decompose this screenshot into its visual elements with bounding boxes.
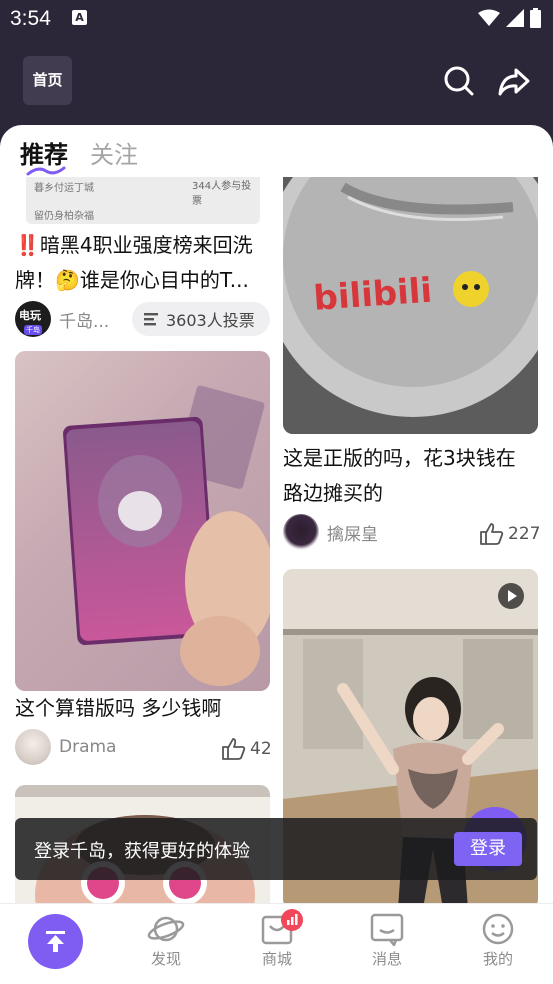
planet-icon <box>147 916 185 942</box>
like-count[interactable]: 42 <box>222 738 272 760</box>
author-name: Drama <box>59 737 117 757</box>
avatar: 电玩 千岛 <box>15 301 51 337</box>
system-icons <box>478 8 541 28</box>
top-header: 首页 <box>0 38 553 126</box>
bottom-navigation: 发现 商城 消息 我的 <box>0 903 553 984</box>
status-time: 3:54 <box>10 7 51 30</box>
signal-icon <box>506 9 524 27</box>
nav-label: 发现 <box>150 950 181 968</box>
like-count-value: 227 <box>508 524 541 544</box>
vote-count-badge[interactable]: 3603人投票 <box>132 302 270 336</box>
post-author[interactable]: 擒屎皇 <box>283 514 378 550</box>
login-button[interactable]: 登录 <box>454 832 522 866</box>
list-icon <box>144 313 158 326</box>
nav-label: 商城 <box>261 950 292 968</box>
nav-shop[interactable]: 商城 <box>247 909 307 969</box>
login-toast: 登录千岛，获得更好的体验 登录 <box>15 818 537 880</box>
post-title[interactable]: 这个算错版吗 多少钱啊 <box>15 691 221 726</box>
thumbs-up-icon <box>222 738 246 760</box>
feed-tabs: 推荐 关注 <box>20 135 138 176</box>
message-icon <box>370 913 404 946</box>
tab-recommend[interactable]: 推荐 <box>20 135 68 176</box>
home-button[interactable]: 首页 <box>23 56 72 105</box>
status-bar: 3:54 A <box>0 0 553 38</box>
image-text: 暮乡付运丁城 <box>34 183 94 194</box>
share-icon[interactable] <box>497 64 531 98</box>
video-play-icon <box>498 583 524 609</box>
post-title-line: ‼️暗黑4职业强度榜来回洗 <box>15 233 253 257</box>
image-text: 344人参与投票 <box>192 181 252 207</box>
post-title-line: 这是正版的吗，花3块钱在 <box>283 446 516 470</box>
avatar-badge: 千岛 <box>24 325 42 335</box>
search-icon[interactable] <box>442 64 476 98</box>
nav-messages[interactable]: 消息 <box>357 912 417 969</box>
toast-message: 登录千岛，获得更好的体验 <box>34 841 250 862</box>
smiley-face-icon <box>482 913 514 945</box>
post-title[interactable]: ‼️暗黑4职业强度榜来回洗 牌！🤔谁是你心目中的T... <box>15 228 275 298</box>
nav-profile[interactable]: 我的 <box>468 912 528 969</box>
app-screen: 3:54 A 首页 推荐 关注 暮乡付运丁城 344人参与投票 留仍身柏杂福 ‼… <box>0 0 553 984</box>
author-name: 擒屎皇 <box>327 524 378 545</box>
scroll-top-button[interactable] <box>28 914 83 969</box>
card-photo <box>63 385 270 686</box>
arrow-up-icon <box>46 931 65 952</box>
post-title[interactable]: 这是正版的吗，花3块钱在 路边摊买的 <box>283 441 543 511</box>
tab-recommend-label: 推荐 <box>20 141 68 169</box>
badge-brand-text: bilibili <box>312 271 433 319</box>
tab-active-indicator <box>26 166 66 176</box>
hot-badge-icon <box>281 909 303 931</box>
like-count-value: 42 <box>250 739 272 759</box>
badge-photo: bilibili <box>283 177 538 434</box>
thumbs-up-icon <box>480 523 504 545</box>
avatar <box>15 729 51 765</box>
nav-discover[interactable]: 发现 <box>136 912 196 969</box>
tab-follow[interactable]: 关注 <box>90 135 138 170</box>
post-title-line: 路边摊买的 <box>283 481 383 505</box>
post-image-vote[interactable]: 暮乡付运丁城 344人参与投票 留仍身柏杂福 <box>26 177 260 224</box>
nav-label: 我的 <box>482 950 513 968</box>
battery-icon <box>530 8 541 28</box>
post-author[interactable]: Drama <box>15 729 116 765</box>
nav-label: 消息 <box>371 950 402 968</box>
like-count[interactable]: 227 <box>480 523 540 545</box>
post-image-badge[interactable]: bilibili <box>283 177 538 434</box>
avatar <box>283 514 319 550</box>
vote-count: 3603人投票 <box>166 311 255 330</box>
post-title-line: 牌！🤔谁是你心目中的T... <box>15 268 249 292</box>
wifi-icon <box>478 9 500 26</box>
image-text: 留仍身柏杂福 <box>34 211 94 222</box>
notification-icon: A <box>72 10 87 25</box>
author-name: 千岛... <box>59 311 110 332</box>
avatar-label: 电玩 <box>19 309 41 322</box>
post-image-card[interactable] <box>15 351 270 691</box>
post-author[interactable]: 电玩 千岛 千岛... <box>15 301 109 337</box>
